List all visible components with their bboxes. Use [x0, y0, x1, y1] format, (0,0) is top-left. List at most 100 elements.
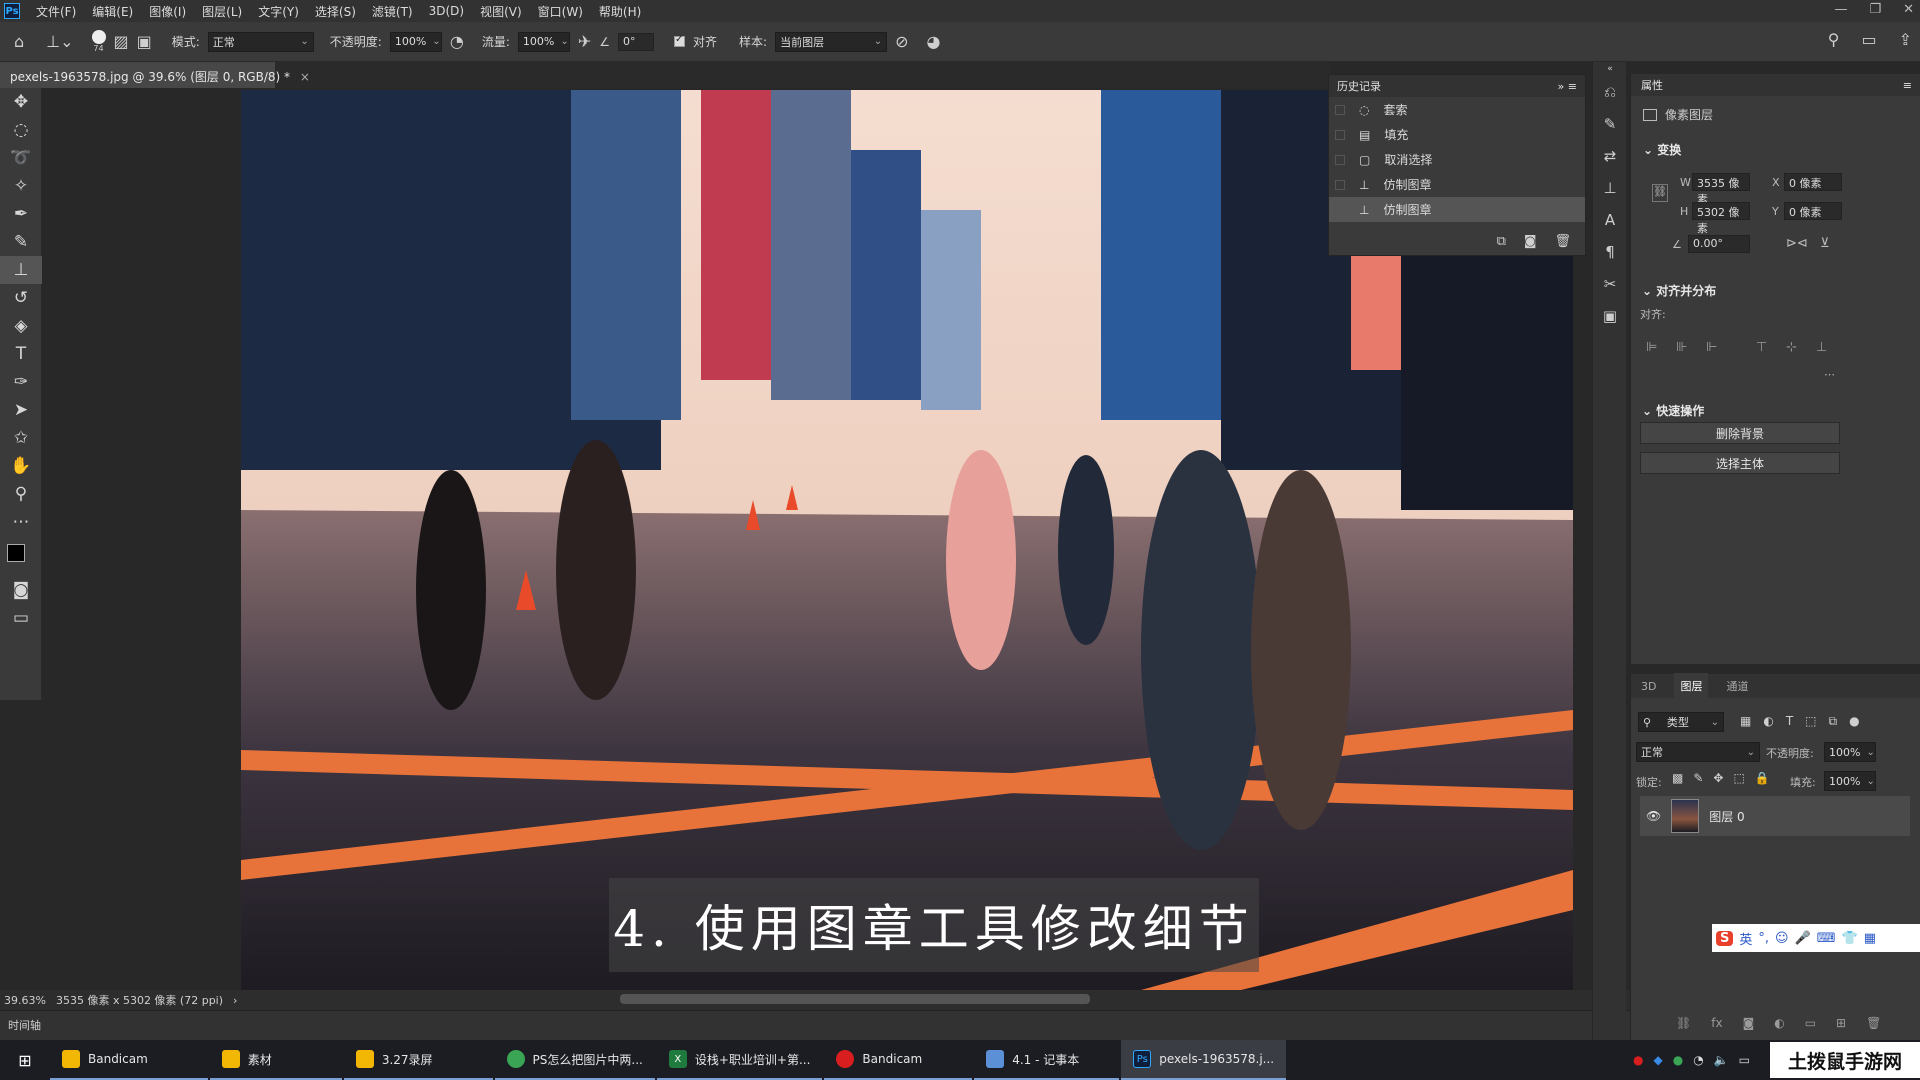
- brush-settings-panel-icon[interactable]: ✎: [1593, 108, 1627, 140]
- history-snapshot-box[interactable]: [1335, 129, 1345, 140]
- magic-wand-tool-icon[interactable]: ✧: [0, 172, 42, 200]
- group-icon[interactable]: ▭: [1805, 1016, 1816, 1030]
- brush-tool-icon[interactable]: ✎: [0, 228, 42, 256]
- clone-source-panel-icon[interactable]: ⊥: [1593, 172, 1627, 204]
- document-tab[interactable]: pexels-1963578.jpg @ 39.6% (图层 0, RGB/8)…: [0, 62, 310, 88]
- rotate-input[interactable]: 0.00°: [1688, 235, 1750, 253]
- lasso-tool-icon[interactable]: ➰: [0, 144, 42, 172]
- adjustments-panel-icon[interactable]: ⇄: [1593, 140, 1627, 172]
- foreground-color-swatch[interactable]: [7, 544, 25, 562]
- layer-opacity-input[interactable]: 100%: [1824, 742, 1876, 762]
- share-icon[interactable]: ⇪: [1899, 30, 1912, 49]
- flip-horizontal-icon[interactable]: ⊳⊲: [1786, 236, 1808, 251]
- history-snapshot-box[interactable]: [1335, 204, 1345, 215]
- align-top-icon[interactable]: ⊤: [1756, 340, 1767, 355]
- zoom-tool-icon[interactable]: ⚲: [0, 480, 42, 508]
- menu-file[interactable]: 文件(F): [28, 3, 84, 20]
- lock-all-icon[interactable]: 🔒: [1755, 771, 1770, 785]
- zoom-level[interactable]: 39.63%: [4, 994, 46, 1007]
- width-input[interactable]: 3535 像素: [1692, 173, 1750, 206]
- layer-row[interactable]: 👁 图层 0: [1640, 796, 1910, 836]
- adjustment-layer-icon[interactable]: ◐: [1774, 1016, 1784, 1030]
- airbrush-icon[interactable]: ✈: [578, 32, 591, 51]
- tab-layers[interactable]: 图层: [1674, 673, 1709, 699]
- taskbar-item[interactable]: Bandicam: [50, 1040, 208, 1080]
- align-right-icon[interactable]: ⊩: [1706, 340, 1717, 355]
- menu-edit[interactable]: 编辑(E): [84, 3, 141, 20]
- restore-icon[interactable]: ❐: [1869, 2, 1881, 17]
- voice-icon[interactable]: 🎤: [1795, 931, 1811, 946]
- flow-input[interactable]: 100%: [517, 31, 570, 52]
- layer-filter-select[interactable]: ⚲ 类型: [1638, 712, 1724, 732]
- align-left-icon[interactable]: ⊫: [1646, 340, 1657, 355]
- properties-tab[interactable]: 属性 ≡: [1631, 74, 1920, 96]
- aligned-checkbox[interactable]: [674, 34, 686, 47]
- align-hcenter-icon[interactable]: ⊪: [1676, 340, 1687, 355]
- taskbar-item[interactable]: Bandicam: [824, 1040, 973, 1080]
- y-input[interactable]: 0 像素: [1784, 202, 1842, 220]
- link-icon[interactable]: ⛓: [1652, 184, 1668, 202]
- document-info[interactable]: 3535 像素 x 5302 像素 (72 ppi): [56, 992, 223, 1008]
- align-bottom-icon[interactable]: ⊥: [1816, 340, 1827, 355]
- clone-stamp-tool-icon[interactable]: ⊥: [0, 256, 42, 284]
- network-tray-icon[interactable]: ◔: [1693, 1053, 1703, 1067]
- history-snapshot-box[interactable]: [1335, 104, 1345, 115]
- brush-settings-icon[interactable]: ▨: [114, 32, 129, 51]
- security-tray-icon[interactable]: ◆: [1654, 1053, 1663, 1067]
- sogou-logo[interactable]: S: [1716, 930, 1734, 946]
- flip-vertical-icon[interactable]: ⊻: [1820, 236, 1830, 251]
- blend-mode-select[interactable]: 正常: [1636, 742, 1760, 762]
- new-layer-icon[interactable]: ⊞: [1836, 1016, 1846, 1030]
- fill-input[interactable]: 100%: [1824, 771, 1876, 791]
- filter-adjustment-icon[interactable]: ◐: [1763, 714, 1773, 729]
- clone-source-icon[interactable]: ▣: [137, 32, 152, 51]
- hand-tool-icon[interactable]: ✋: [0, 452, 42, 480]
- filter-smart-icon[interactable]: ⧉: [1829, 714, 1838, 729]
- snapshot-icon[interactable]: ◙: [1524, 234, 1537, 249]
- tab-channels[interactable]: 通道: [1726, 678, 1748, 694]
- workspace-icon[interactable]: ▭: [1861, 30, 1876, 49]
- menu-layer[interactable]: 图层(L): [194, 3, 250, 20]
- volume-tray-icon[interactable]: 🔈: [1714, 1053, 1729, 1067]
- move-tool-icon[interactable]: ✥: [0, 88, 42, 116]
- panel-menu-icon[interactable]: » ≡: [1558, 80, 1577, 93]
- taskbar-item[interactable]: X 设栈+职业培训+第...: [656, 1040, 823, 1080]
- height-input[interactable]: 5302 像素: [1692, 202, 1750, 235]
- filter-shape-icon[interactable]: ⬚: [1805, 714, 1816, 729]
- timeline-label[interactable]: 时间轴: [8, 1019, 41, 1032]
- delete-icon[interactable]: 🗑: [1554, 234, 1571, 249]
- shape-tool-icon[interactable]: ✩: [0, 424, 42, 452]
- select-subject-button[interactable]: 选择主体: [1640, 452, 1840, 474]
- history-brush-tool-icon[interactable]: ↺: [0, 284, 42, 312]
- history-item[interactable]: ▤ 填充: [1329, 122, 1585, 147]
- filter-toggle-icon[interactable]: ●: [1849, 714, 1859, 729]
- transform-section-title[interactable]: ⌄ 变换: [1631, 133, 1920, 164]
- collapse-icon[interactable]: «: [1593, 62, 1627, 76]
- close-tab-icon[interactable]: ×: [300, 70, 310, 84]
- history-snapshot-box[interactable]: [1335, 179, 1345, 190]
- link-layers-icon[interactable]: ⛓: [1676, 1016, 1691, 1030]
- search-icon[interactable]: ⚲: [1828, 30, 1840, 49]
- lock-transparent-icon[interactable]: ▩: [1672, 771, 1683, 785]
- paint-bucket-tool-icon[interactable]: ◈: [0, 312, 42, 340]
- lock-pixels-icon[interactable]: ✎: [1693, 771, 1703, 785]
- close-icon[interactable]: ✕: [1903, 2, 1914, 17]
- filter-type-icon[interactable]: T: [1786, 714, 1793, 729]
- menu-image[interactable]: 图像(I): [141, 3, 194, 20]
- taskbar-item[interactable]: 3.27录屏: [343, 1040, 493, 1080]
- taskbar-item[interactable]: 4.1 - 记事本: [974, 1040, 1120, 1080]
- brush-preset-picker[interactable]: 74: [91, 30, 106, 53]
- display-tray-icon[interactable]: ▭: [1739, 1053, 1750, 1067]
- paragraph-panel-icon[interactable]: ¶: [1593, 236, 1627, 268]
- quick-actions-title[interactable]: ⌄ 快速操作: [1630, 394, 1716, 425]
- taskbar-item[interactable]: 素材: [209, 1040, 342, 1080]
- quick-mask-icon[interactable]: ◙: [0, 576, 42, 604]
- libraries-panel-icon[interactable]: ▣: [1593, 300, 1627, 332]
- taskbar-item[interactable]: PS怎么把图片中两...: [494, 1040, 655, 1080]
- align-section-title[interactable]: ⌄ 对齐并分布: [1630, 274, 1728, 305]
- new-document-from-state-icon[interactable]: ⧉: [1497, 234, 1506, 249]
- delete-layer-icon[interactable]: 🗑: [1866, 1016, 1881, 1030]
- menu-type[interactable]: 文字(Y): [250, 3, 307, 20]
- ime-language[interactable]: 英: [1739, 929, 1752, 948]
- screen-mode-icon[interactable]: ▭: [0, 604, 42, 632]
